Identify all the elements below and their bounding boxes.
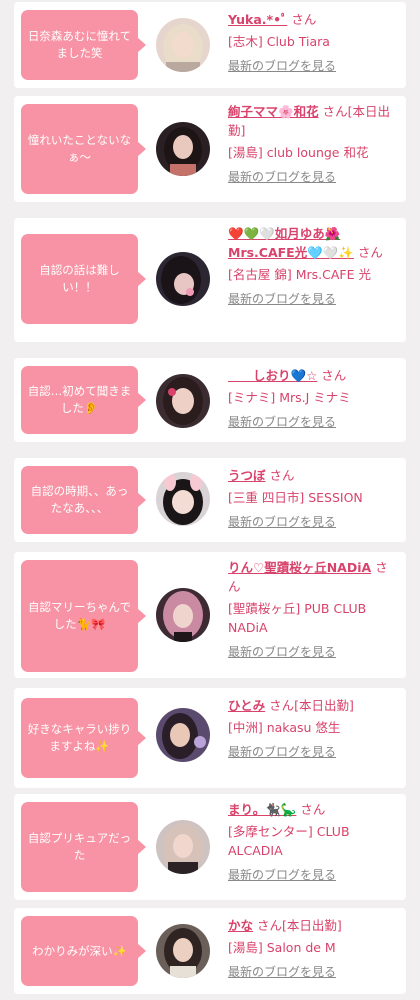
name-suffix: さん[本日出勤]	[257, 918, 342, 933]
comment-bubble: 憧れいたことないなぁ〜	[21, 104, 146, 194]
post-info: うつぼ さん [三重 四日市] SESSION 最新のブログを見る	[228, 466, 396, 532]
comment-bubble: 自認マリーちゃんでした🐈🎀	[21, 560, 146, 672]
list-item: 憧れいたことないなぁ〜 絢子ママ🌸和花 さん[本日出勤] [湯島] club lo…	[14, 96, 406, 202]
comment-bubble: 自認…初めて聞きました👂	[21, 366, 146, 434]
hostess-name-link[interactable]: りん♡聖蹟桜ヶ丘NADiA	[228, 560, 371, 575]
comment-bubble: わかりみが深い✨	[21, 916, 146, 986]
avatar[interactable]	[156, 924, 210, 978]
comment-text: 自認の時期、、あったなあ、、、	[30, 484, 129, 515]
shop-name: [湯島] Salon de M	[228, 940, 336, 955]
avatar[interactable]	[156, 122, 210, 176]
comment-bubble: 自認の時期、、あったなあ、、、	[21, 466, 146, 534]
post-info: ❤️💚🤍如月ゆあ🌺Mrs.CAFE光🩵🤍✨ さん [名古屋 錦] Mrs.CAFE…	[228, 224, 396, 309]
post-info: しおり💙☆ さん [ミナミ] Mrs.J ミナミ 最新のブログを見る	[228, 366, 396, 432]
shop-name: [三重 四日市] SESSION	[228, 490, 363, 505]
list-item: 自認プリキュアだった まり。🐈‍⬛🦕 さん [多摩センター] CLUB ALCAD…	[14, 794, 406, 900]
avatar[interactable]	[156, 252, 210, 306]
list-item: 日奈森あむに憧れてました笑 Yuka.*•ﾟ さん [志木] Club Tiara…	[14, 2, 406, 88]
post-info: まり。🐈‍⬛🦕 さん [多摩センター] CLUB ALCADIA 最新のブログを見…	[228, 800, 396, 885]
avatar[interactable]	[156, 472, 210, 526]
comment-text: 自認の話は難しい！！	[39, 263, 120, 294]
list-item: 自認マリーちゃんでした🐈🎀 りん♡聖蹟桜ヶ丘NADiA さん [聖蹟桜ヶ丘] PU…	[14, 552, 406, 678]
post-info: かな さん[本日出勤] [湯島] Salon de M 最新のブログを見る	[228, 916, 396, 982]
list-item: わかりみが深い✨ かな さん[本日出勤] [湯島] Salon de M 最新のブ…	[14, 908, 406, 994]
name-suffix: さん	[300, 802, 326, 817]
hostess-name-link[interactable]: Yuka.*•ﾟ	[228, 12, 287, 27]
comment-text: わかりみが深い✨	[32, 943, 127, 958]
name-suffix: さん	[269, 468, 295, 483]
comment-bubble: 自認の話は難しい！！	[21, 234, 146, 324]
shop-name: [湯島] club lounge 和花	[228, 145, 369, 160]
list-item: 好きなキャラい捗りますよね✨ ひとみ さん[本日出勤] [中洲] nakasu 悠…	[14, 688, 406, 788]
comment-bubble: 日奈森あむに憧れてました笑	[21, 10, 146, 80]
avatar[interactable]	[156, 708, 210, 762]
hostess-name-link[interactable]: ひとみ	[228, 698, 265, 713]
comment-text: 自認…初めて聞きました👂	[27, 384, 132, 415]
shop-name: [多摩センター] CLUB ALCADIA	[228, 824, 350, 858]
latest-blog-link[interactable]: 最新のブログを見る	[228, 963, 336, 982]
hostess-name-link[interactable]: 絢子ママ🌸和花	[228, 104, 319, 119]
comment-list: 日奈森あむに憧れてました笑 Yuka.*•ﾟ さん [志木] Club Tiara…	[0, 0, 420, 1000]
avatar[interactable]	[156, 18, 210, 72]
post-info: 絢子ママ🌸和花 さん[本日出勤] [湯島] club lounge 和花 最新のブ…	[228, 102, 396, 187]
latest-blog-link[interactable]: 最新のブログを見る	[228, 513, 336, 532]
shop-name: [聖蹟桜ヶ丘] PUB CLUB NADiA	[228, 601, 367, 635]
name-suffix: さん	[321, 368, 347, 383]
shop-name: [ミナミ] Mrs.J ミナミ	[228, 390, 351, 405]
list-item: 自認の話は難しい！！ ❤️💚🤍如月ゆあ🌺Mrs.CAFE光🩵🤍✨ さん [名古屋 …	[14, 218, 406, 342]
post-info: Yuka.*•ﾟ さん [志木] Club Tiara 最新のブログを見る	[228, 10, 396, 76]
latest-blog-link[interactable]: 最新のブログを見る	[228, 290, 336, 309]
avatar[interactable]	[156, 820, 210, 874]
comment-text: 好きなキャラい捗りますよね✨	[27, 722, 132, 753]
hostess-name-link[interactable]: うつぼ	[228, 468, 266, 483]
comment-bubble: 好きなキャラい捗りますよね✨	[21, 698, 146, 778]
hostess-name-link[interactable]: かな	[228, 918, 253, 933]
shop-name: [中洲] nakasu 悠生	[228, 720, 341, 735]
list-item: 自認…初めて聞きました👂 しおり💙☆ さん [ミナミ] Mrs.J ミナミ 最新の…	[14, 358, 406, 442]
post-info: りん♡聖蹟桜ヶ丘NADiA さん [聖蹟桜ヶ丘] PUB CLUB NADiA 最…	[228, 558, 396, 662]
latest-blog-link[interactable]: 最新のブログを見る	[228, 413, 336, 432]
comment-text: 自認プリキュアだった	[27, 831, 132, 862]
latest-blog-link[interactable]: 最新のブログを見る	[228, 57, 336, 76]
hostess-name-link[interactable]: ❤️💚🤍如月ゆあ🌺Mrs.CAFE光🩵🤍✨	[228, 226, 354, 260]
name-suffix: さん[本日出勤]	[269, 698, 354, 713]
name-suffix: さん	[357, 245, 383, 260]
comment-bubble: 自認プリキュアだった	[21, 802, 146, 892]
latest-blog-link[interactable]: 最新のブログを見る	[228, 866, 336, 885]
list-item: 自認の時期、、あったなあ、、、 うつぼ さん [三重 四日市] SESSION 最…	[14, 458, 406, 542]
post-info: ひとみ さん[本日出勤] [中洲] nakasu 悠生 最新のブログを見る	[228, 696, 396, 762]
hostess-name-link[interactable]: まり。🐈‍⬛🦕	[228, 802, 296, 817]
name-suffix: さん	[291, 12, 317, 27]
latest-blog-link[interactable]: 最新のブログを見る	[228, 643, 336, 662]
shop-name: [名古屋 錦] Mrs.CAFE 光	[228, 267, 371, 282]
latest-blog-link[interactable]: 最新のブログを見る	[228, 168, 336, 187]
comment-text: 日奈森あむに憧れてました笑	[27, 29, 132, 60]
comment-text: 自認マリーちゃんでした🐈🎀	[28, 600, 131, 631]
latest-blog-link[interactable]: 最新のブログを見る	[228, 743, 336, 762]
hostess-name-link[interactable]: しおり💙☆	[228, 368, 317, 383]
shop-name: [志木] Club Tiara	[228, 34, 330, 49]
comment-text: 憧れいたことないなぁ〜	[27, 133, 132, 164]
avatar[interactable]	[156, 588, 210, 642]
avatar[interactable]	[156, 374, 210, 428]
